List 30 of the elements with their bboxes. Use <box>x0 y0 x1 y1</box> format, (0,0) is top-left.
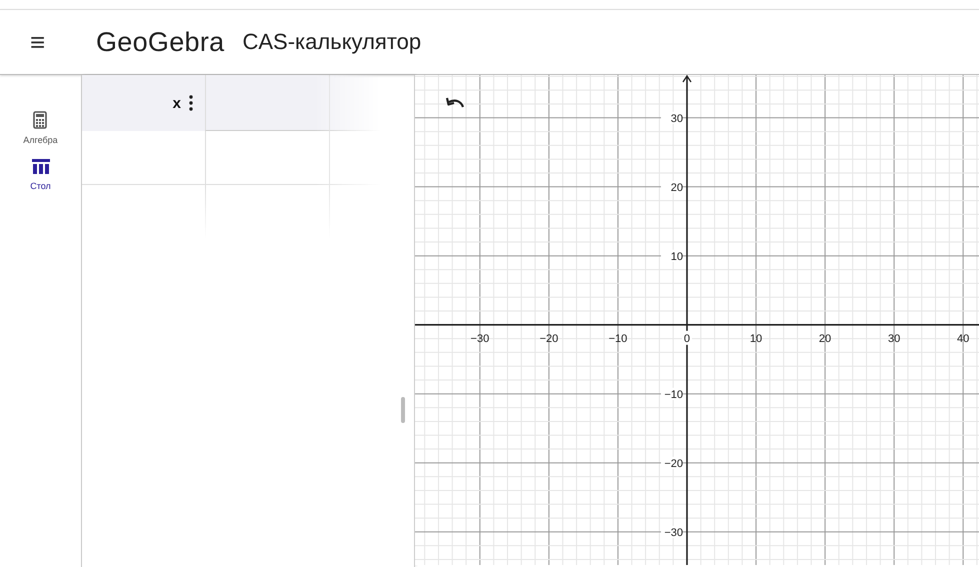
app-title: CAS-калькулятор <box>242 29 422 55</box>
table-cell[interactable] <box>82 131 206 185</box>
calculator-icon <box>33 111 48 129</box>
tick-label: 10 <box>750 332 762 345</box>
logo: GeoGebra <box>96 26 224 58</box>
tick-label: −20 <box>540 332 558 345</box>
table-header-cell[interactable]: x <box>82 75 206 131</box>
table-icon <box>32 159 50 175</box>
tick-label: −10 <box>664 388 683 401</box>
tick-label: 30 <box>670 112 683 125</box>
tick-label: −30 <box>664 526 683 539</box>
tick-label: −20 <box>664 458 683 470</box>
tick-label: 30 <box>888 332 900 345</box>
tick-label: 40 <box>957 332 970 345</box>
tick-label: 20 <box>818 332 832 345</box>
tick-label: −30 <box>470 332 490 345</box>
table-header-cell[interactable] <box>206 75 330 131</box>
tick-label: −10 <box>608 332 628 345</box>
resize-handle[interactable] <box>401 397 405 423</box>
tick-label: 10 <box>670 250 683 263</box>
menu-button[interactable]: ≡ <box>30 29 96 55</box>
more-icon[interactable] <box>189 95 193 111</box>
tick-label: 0 <box>684 332 690 345</box>
tick-label: 20 <box>670 182 683 194</box>
table-cell[interactable] <box>206 131 330 185</box>
coordinate-plane[interactable]: −30 −20 −10 0 10 20 30 40 30 20 10 −10 −20 −30 <box>415 75 979 565</box>
undo-icon[interactable] <box>445 95 465 109</box>
sidebar-tab[interactable]: Стол <box>30 159 51 191</box>
sidebar-tab[interactable]: Алгебра <box>23 111 58 145</box>
column-heading: x <box>172 94 181 112</box>
